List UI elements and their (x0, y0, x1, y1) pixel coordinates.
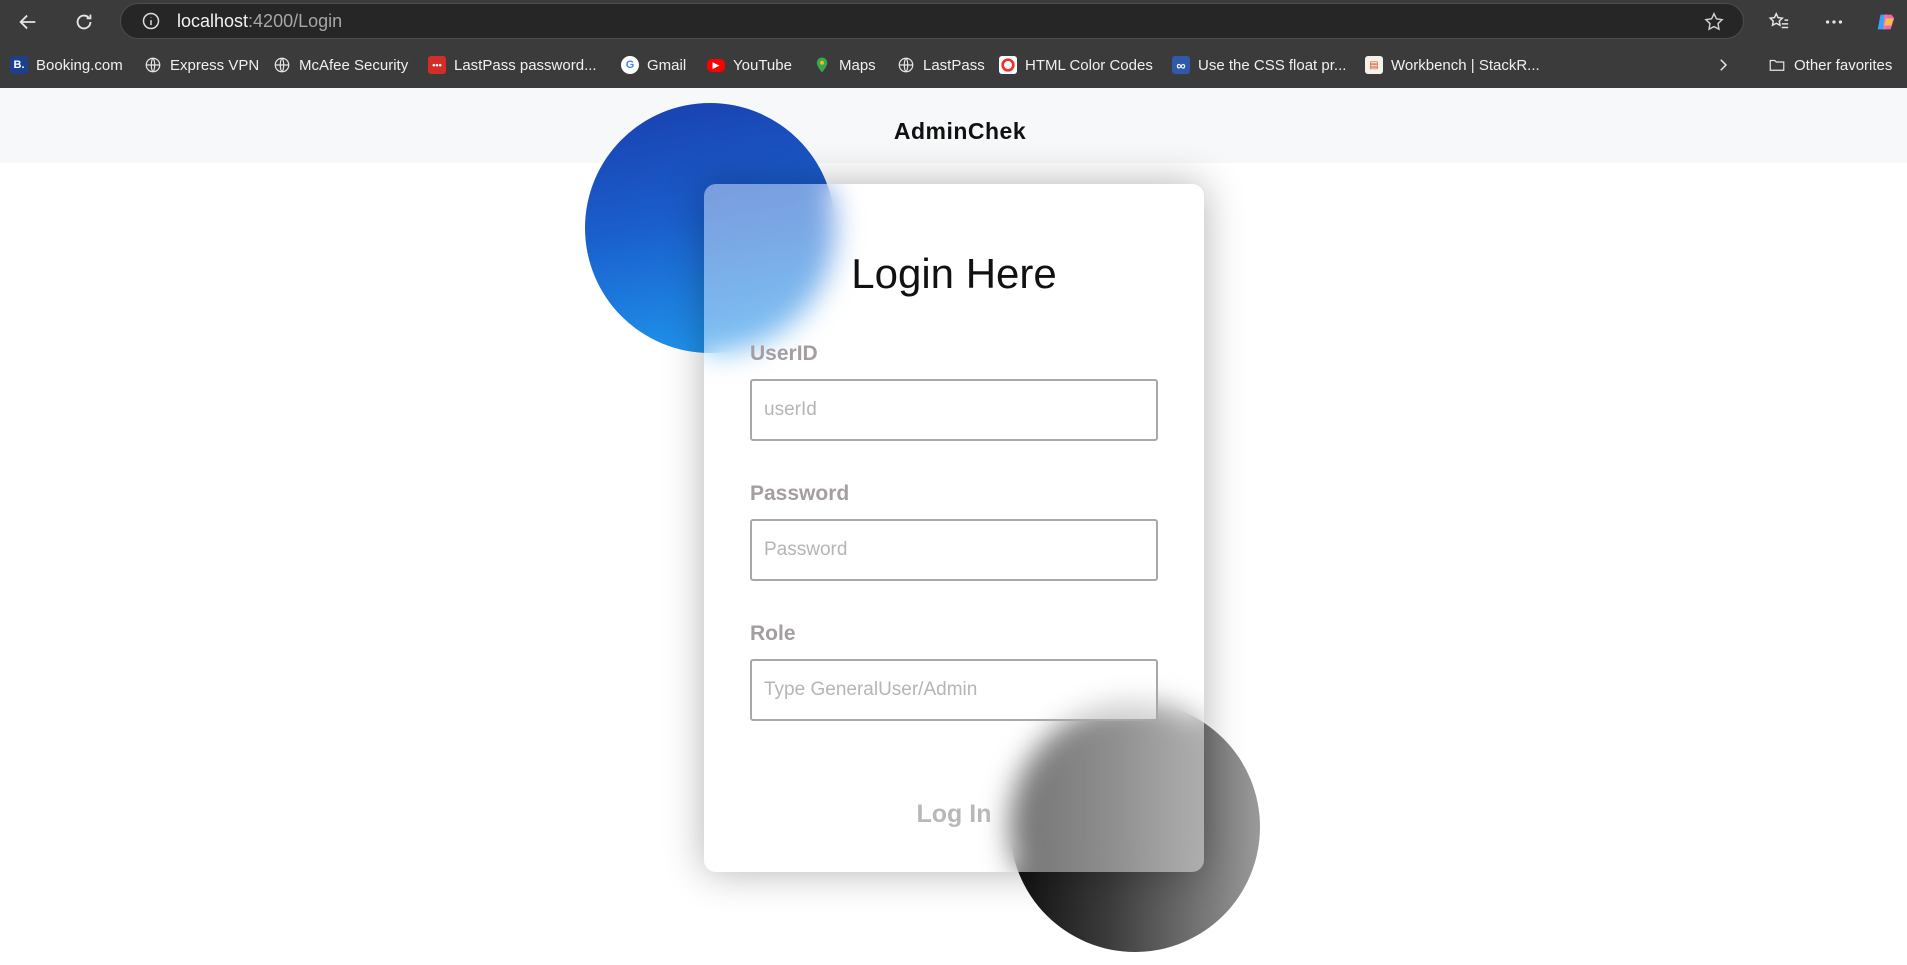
browser-toolbar: localhost:4200/Login (0, 0, 1907, 43)
more-options-icon[interactable] (1818, 6, 1850, 38)
other-favorites[interactable]: Other favorites (1768, 54, 1892, 76)
bookmark-html-color-codes[interactable]: HTML Color Codes (999, 54, 1153, 76)
globe-icon (898, 57, 914, 73)
lastpass-icon: ••• (428, 56, 446, 74)
bookmark-workbench[interactable]: ▤ Workbench | StackR... (1365, 54, 1540, 76)
login-card: Login Here UserID Password Role Log In (704, 184, 1204, 872)
color-codes-icon (999, 56, 1017, 74)
login-button[interactable]: Log In (704, 799, 1204, 830)
booking-icon: B. (10, 56, 28, 74)
role-input[interactable] (750, 659, 1158, 721)
folder-icon (1769, 59, 1785, 71)
bookmark-express-vpn[interactable]: Express VPN (144, 54, 259, 76)
stackr-icon: ▤ (1365, 56, 1383, 74)
infinity-icon: ∞ (1172, 56, 1190, 74)
globe-icon (145, 57, 161, 73)
bookmark-booking[interactable]: B. Booking.com (10, 54, 123, 76)
userid-input[interactable] (750, 379, 1158, 441)
address-bar[interactable]: localhost:4200/Login (120, 3, 1744, 39)
bookmark-maps[interactable]: Maps (813, 54, 876, 76)
brand-title: AdminChek (893, 118, 1027, 144)
bookmark-gmail[interactable]: G Gmail (621, 54, 686, 76)
login-title: Login Here (851, 250, 1057, 297)
userid-label: UserID (750, 342, 818, 365)
favorite-star-icon[interactable] (1703, 11, 1725, 33)
favorites-icon[interactable] (1763, 6, 1795, 38)
bookmarks-overflow-chevron-icon[interactable] (1714, 54, 1732, 76)
role-label: Role (750, 622, 796, 645)
youtube-icon: ▶ (707, 58, 725, 72)
maps-pin-icon (816, 57, 828, 73)
bookmark-mcafee[interactable]: McAfee Security (273, 54, 408, 76)
copilot-icon[interactable] (1870, 6, 1902, 38)
refresh-icon[interactable] (68, 6, 100, 38)
url-path: :4200/Login (248, 10, 343, 31)
google-icon: G (621, 56, 639, 74)
bookmark-youtube[interactable]: ▶ YouTube (707, 54, 792, 76)
bookmark-lastpass[interactable]: LastPass (897, 54, 985, 76)
back-icon[interactable] (12, 6, 44, 38)
password-input[interactable] (750, 519, 1158, 581)
bookmark-lastpass-password[interactable]: ••• LastPass password... (428, 54, 597, 76)
bookmark-css-float[interactable]: ∞ Use the CSS float pr... (1172, 54, 1346, 76)
url-host: localhost (177, 10, 249, 31)
password-label: Password (750, 482, 850, 505)
bookmarks-bar: B. Booking.com Express VPN McAfee Securit… (0, 43, 1907, 88)
globe-icon (274, 57, 290, 73)
info-icon[interactable] (141, 11, 161, 31)
